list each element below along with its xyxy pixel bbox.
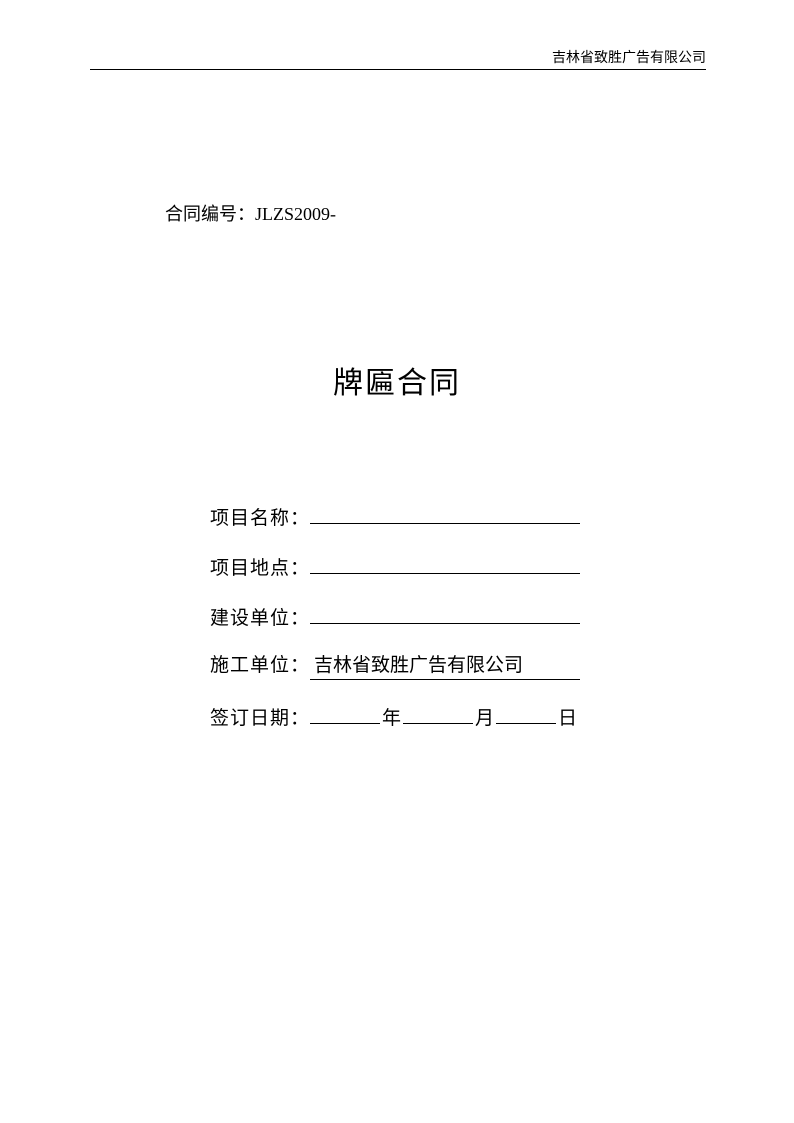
project-location-label: 项目地点： [210, 553, 310, 580]
project-name-value [310, 500, 580, 524]
field-project-location: 项目地点： [210, 550, 630, 580]
contract-number-value: JLZS2009- [255, 204, 336, 224]
field-construction-unit: 建设单位： [210, 600, 630, 630]
month-unit: 月 [473, 703, 496, 730]
field-contractor: 施工单位： 吉林省致胜广告有限公司 [210, 650, 630, 680]
project-location-value [310, 550, 580, 574]
document-title: 牌匾合同 [0, 358, 794, 402]
contract-number: 合同编号：JLZS2009- [165, 200, 336, 226]
form-fields: 项目名称： 项目地点： 建设单位： 施工单位： 吉林省致胜广告有限公司 签订日期… [210, 500, 630, 730]
project-name-label: 项目名称： [210, 503, 310, 530]
day-blank [496, 700, 556, 724]
field-sign-date: 签订日期： 年 月 日 [210, 700, 630, 730]
contract-number-label: 合同编号： [165, 204, 255, 224]
year-blank [310, 700, 380, 724]
header-company: 吉林省致胜广告有限公司 [552, 51, 706, 66]
contractor-label: 施工单位： [210, 650, 310, 677]
sign-date-label: 签订日期： [210, 703, 310, 730]
contractor-value: 吉林省致胜广告有限公司 [310, 650, 580, 680]
construction-unit-label: 建设单位： [210, 603, 310, 630]
construction-unit-value [310, 600, 580, 624]
year-unit: 年 [380, 703, 403, 730]
page-header: 吉林省致胜广告有限公司 [90, 47, 706, 70]
field-project-name: 项目名称： [210, 500, 630, 530]
month-blank [403, 700, 473, 724]
day-unit: 日 [556, 703, 579, 730]
